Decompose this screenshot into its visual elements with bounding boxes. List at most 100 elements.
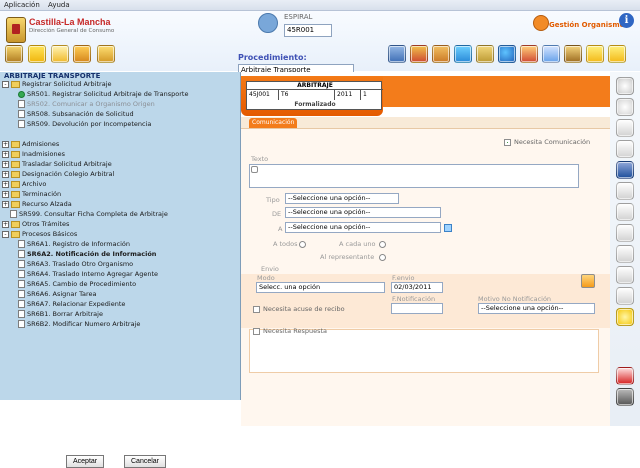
search-icon[interactable] bbox=[444, 224, 452, 232]
case-status: Formalizado bbox=[294, 101, 336, 108]
necesita-comunicacion-checkbox[interactable] bbox=[504, 139, 511, 146]
a-select[interactable]: --Seleccione una opción-- bbox=[285, 222, 441, 233]
gestion-icon[interactable] bbox=[533, 15, 549, 31]
tipo-select[interactable]: --Seleccione una opción-- bbox=[285, 193, 399, 204]
books-icon[interactable] bbox=[410, 45, 428, 63]
archive-icon[interactable] bbox=[454, 45, 472, 63]
tree-node-23[interactable]: SR6B2. Modificar Numero Arbitraje bbox=[18, 320, 140, 329]
exit-icon[interactable] bbox=[616, 388, 634, 406]
tree-node-14[interactable]: - Procesos Básicos bbox=[2, 230, 77, 239]
globe-icon[interactable] bbox=[498, 45, 516, 63]
tree-node-20[interactable]: SR6A6. Asignar Tarea bbox=[18, 290, 97, 299]
sun-icon[interactable] bbox=[51, 45, 69, 63]
search-side-icon[interactable] bbox=[616, 245, 634, 263]
tree-node-9[interactable]: + Archivo bbox=[2, 180, 46, 189]
abacus-icon[interactable] bbox=[564, 45, 582, 63]
tree-node-17[interactable]: SR6A3. Traslado Otro Organismo bbox=[18, 260, 133, 269]
tree-node-7[interactable]: + Trasladar Solicitud Arbitraje bbox=[2, 160, 112, 169]
laptop-icon[interactable] bbox=[388, 45, 406, 63]
tree-node-10[interactable]: + Terminación bbox=[2, 190, 61, 199]
orange-band bbox=[383, 76, 610, 107]
menu-ayuda[interactable]: Ayuda bbox=[48, 1, 70, 9]
case-cell-1: 45J001 bbox=[247, 90, 279, 100]
motivo-select[interactable]: --Seleccione una opción-- bbox=[478, 303, 595, 314]
collapse-icon[interactable]: - bbox=[2, 80, 9, 88]
sun-side-icon[interactable] bbox=[616, 308, 634, 326]
copy-icon[interactable] bbox=[616, 203, 634, 221]
expand-icon[interactable]: + bbox=[2, 200, 9, 208]
expand-icon[interactable]: + bbox=[2, 160, 9, 168]
lightbulb-icon[interactable] bbox=[28, 45, 46, 63]
tree-node-6[interactable]: + Inadmisiones bbox=[2, 150, 65, 159]
delete-icon[interactable] bbox=[616, 367, 634, 385]
expand-icon[interactable]: + bbox=[2, 170, 9, 178]
tab-comunicacion[interactable]: Comunicación bbox=[249, 118, 298, 128]
tree-node-11[interactable]: + Recurso Alzada bbox=[2, 200, 72, 209]
settings-icon[interactable] bbox=[608, 45, 626, 63]
folder-icon bbox=[11, 230, 20, 238]
expand-icon[interactable]: + bbox=[2, 190, 9, 198]
expand-icon[interactable]: + bbox=[2, 140, 9, 148]
gear-icon[interactable] bbox=[586, 45, 604, 63]
attach-icon[interactable] bbox=[616, 182, 634, 200]
refresh-icon[interactable] bbox=[581, 274, 595, 288]
a-todos-label: A todos bbox=[273, 240, 298, 248]
document-side-icon[interactable] bbox=[616, 287, 634, 305]
tree-root[interactable]: ARBITRAJE TRANSPORTE bbox=[4, 72, 100, 80]
tree-node-1[interactable]: SR501. Registrar Solicitud Arbitraje de … bbox=[18, 90, 188, 99]
tree-node-16[interactable]: SR6A2. Notificación de Información bbox=[18, 250, 156, 259]
info-icon[interactable]: i bbox=[619, 13, 634, 28]
crest-icon[interactable] bbox=[5, 45, 23, 63]
edit-icon[interactable] bbox=[251, 166, 258, 173]
user-select[interactable]: 45R001 bbox=[284, 24, 332, 37]
tree-node-2[interactable]: SR502. Comunicar a Organismo Origen bbox=[18, 100, 155, 109]
tools-icon[interactable] bbox=[97, 45, 115, 63]
document-icon bbox=[18, 250, 25, 258]
back-icon[interactable] bbox=[616, 98, 634, 116]
document-icon[interactable] bbox=[476, 45, 494, 63]
tree-node-8[interactable]: + Designación Colegio Arbitral bbox=[2, 170, 114, 179]
document-icon bbox=[18, 270, 25, 278]
tree-node-21[interactable]: SR6A7. Relacionar Expediente bbox=[18, 300, 125, 309]
tree-node-5[interactable]: + Admisiones bbox=[2, 140, 59, 149]
zoom-icon[interactable] bbox=[616, 77, 634, 95]
tree-node-12[interactable]: SR599. Consultar Ficha Completa de Arbit… bbox=[10, 210, 168, 219]
tree-node-19[interactable]: SR6A5. Cambio de Procedimiento bbox=[18, 280, 136, 289]
clipboard-icon[interactable] bbox=[616, 140, 634, 158]
expand-icon[interactable]: + bbox=[2, 220, 9, 228]
expand-icon[interactable]: + bbox=[2, 180, 9, 188]
tools-side-icon[interactable] bbox=[616, 224, 634, 242]
folder-open-icon[interactable] bbox=[432, 45, 450, 63]
tree-node-15[interactable]: SR6A1. Registro de Información bbox=[18, 240, 130, 249]
accept-button[interactable]: Aceptar bbox=[66, 455, 105, 468]
tree-node-18[interactable]: SR6A4. Traslado Interno Agregar Agente bbox=[18, 270, 158, 279]
tree-node-3[interactable]: SR508. Subsanación de Solicitud bbox=[18, 110, 134, 119]
de-select[interactable]: --Seleccione una opción-- bbox=[285, 207, 441, 218]
collapse-icon[interactable]: - bbox=[2, 230, 9, 238]
tree-node-22[interactable]: SR6B1. Borrar Arbitraje bbox=[18, 310, 103, 319]
save-icon[interactable] bbox=[616, 161, 634, 179]
expand-icon[interactable]: + bbox=[2, 150, 9, 158]
box-icon[interactable] bbox=[73, 45, 91, 63]
menu-aplicacion[interactable]: Aplicación bbox=[4, 1, 40, 9]
a-todos-radio[interactable] bbox=[299, 241, 306, 248]
tree-node-0[interactable]: - Registrar Solicitud Arbitraje bbox=[2, 80, 112, 89]
print-icon[interactable] bbox=[616, 266, 634, 284]
necesita-respuesta-checkbox[interactable] bbox=[253, 328, 260, 335]
necesita-acuse-checkbox[interactable] bbox=[253, 306, 260, 313]
tree-node-4[interactable]: SR509. Devolución por Incompetencia bbox=[18, 120, 151, 129]
fnotificacion-input[interactable] bbox=[391, 303, 443, 314]
network-icon[interactable] bbox=[542, 45, 560, 63]
fenvio-input[interactable]: 02/03/2011 bbox=[391, 282, 443, 293]
user-icon bbox=[258, 13, 278, 33]
al-representante-radio[interactable] bbox=[379, 254, 386, 261]
gestion-link[interactable]: Gestión Organismo bbox=[549, 21, 624, 29]
tag-icon[interactable] bbox=[616, 119, 634, 137]
modo-select[interactable]: Selecc. una opción bbox=[256, 282, 385, 293]
texto-area[interactable] bbox=[249, 164, 579, 188]
a-cada-uno-radio[interactable] bbox=[379, 241, 386, 248]
folder-icon bbox=[11, 220, 20, 228]
tree-node-13[interactable]: + Otros Trámites bbox=[2, 220, 69, 229]
cancel-button[interactable]: Cancelar bbox=[124, 455, 167, 468]
users-icon[interactable] bbox=[520, 45, 538, 63]
